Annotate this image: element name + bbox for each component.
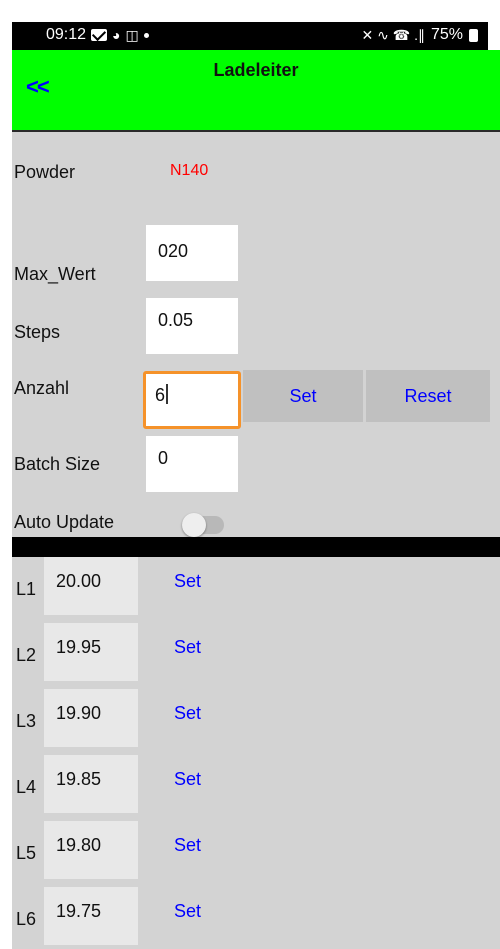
steps-value: 0.05	[158, 310, 194, 330]
steps-field[interactable]: 0.05	[146, 298, 238, 354]
status-bar: 09:12 ◕ ◫ ✕ ∿ ☎ .∥ 75%	[12, 22, 488, 50]
batch-size-label: Batch Size	[14, 454, 101, 474]
batch-size-field[interactable]: 0	[146, 436, 238, 492]
powder-label: Powder	[14, 162, 76, 182]
level-value-field[interactable]: 20.00	[44, 557, 138, 615]
level-value: 19.95	[56, 637, 102, 657]
level-row: L1 20.00 Set	[12, 557, 500, 623]
signal-icons: ✕ ∿ ☎ .∥	[361, 27, 425, 43]
app-bar: << Ladeleiter	[12, 50, 500, 132]
level-label: L2	[16, 645, 37, 665]
auto-update-label: Auto Update	[14, 512, 115, 532]
set-button[interactable]: Set	[243, 370, 363, 422]
messenger-icon: ◕	[112, 27, 121, 43]
anzahl-label: Anzahl	[14, 378, 70, 398]
text-caret	[166, 384, 169, 404]
toggle-thumb	[182, 513, 206, 537]
shield-icon: ◫	[125, 27, 139, 43]
level-value: 19.85	[56, 769, 102, 789]
level-label: L4	[16, 777, 37, 797]
level-row: L4 19.85 Set	[12, 755, 500, 821]
level-value-field[interactable]: 19.95	[44, 623, 138, 681]
level-row: L5 19.80 Set	[12, 821, 500, 887]
level-row: L3 19.90 Set	[12, 689, 500, 755]
level-set-button[interactable]: Set	[174, 571, 201, 592]
max-wert-label: Max_Wert	[14, 264, 96, 284]
level-label: L6	[16, 909, 37, 929]
page-title: Ladeleiter	[213, 60, 299, 80]
notification-dot-icon	[143, 32, 149, 38]
level-value: 19.80	[56, 835, 102, 855]
mail-icon	[91, 29, 108, 41]
level-value-field[interactable]: 19.80	[44, 821, 138, 879]
level-set-button[interactable]: Set	[174, 703, 201, 724]
auto-update-toggle[interactable]	[182, 512, 226, 537]
level-set-button[interactable]: Set	[174, 637, 201, 658]
level-row: L6 19.75 Set	[12, 887, 500, 949]
powder-value: N140	[170, 162, 209, 179]
level-value-field[interactable]: 19.85	[44, 755, 138, 813]
section-divider	[12, 537, 500, 557]
level-set-button[interactable]: Set	[174, 901, 201, 922]
anzahl-field[interactable]: 6	[143, 371, 241, 429]
steps-label: Steps	[14, 322, 61, 342]
batch-size-value: 0	[158, 448, 169, 468]
status-left: 09:12 ◕ ◫	[46, 26, 149, 44]
level-value-field[interactable]: 19.90	[44, 689, 138, 747]
level-row: L2 19.95 Set	[12, 623, 500, 689]
settings-panel: Powder N140 Max_Wert 020 Steps 0.05 Anza…	[12, 132, 500, 537]
level-set-button[interactable]: Set	[174, 769, 201, 790]
level-set-button[interactable]: Set	[174, 835, 201, 856]
level-list: L1 20.00 Set L2 19.95 Set L3 19.90 Set L…	[12, 557, 500, 949]
level-value: 20.00	[56, 571, 102, 591]
max-wert-value: 020	[158, 241, 189, 261]
level-label: L3	[16, 711, 37, 731]
status-time: 09:12	[46, 26, 87, 43]
level-value: 19.90	[56, 703, 102, 723]
anzahl-value: 6	[155, 385, 166, 405]
reset-button[interactable]: Reset	[366, 370, 490, 422]
level-label: L1	[16, 579, 37, 599]
level-label: L5	[16, 843, 37, 863]
max-wert-field[interactable]: 020	[146, 225, 238, 281]
battery-icon	[469, 28, 478, 42]
battery-percent: 75%	[430, 26, 463, 43]
level-value: 19.75	[56, 901, 102, 921]
level-value-field[interactable]: 19.75	[44, 887, 138, 945]
status-right: ✕ ∿ ☎ .∥ 75%	[361, 26, 478, 44]
